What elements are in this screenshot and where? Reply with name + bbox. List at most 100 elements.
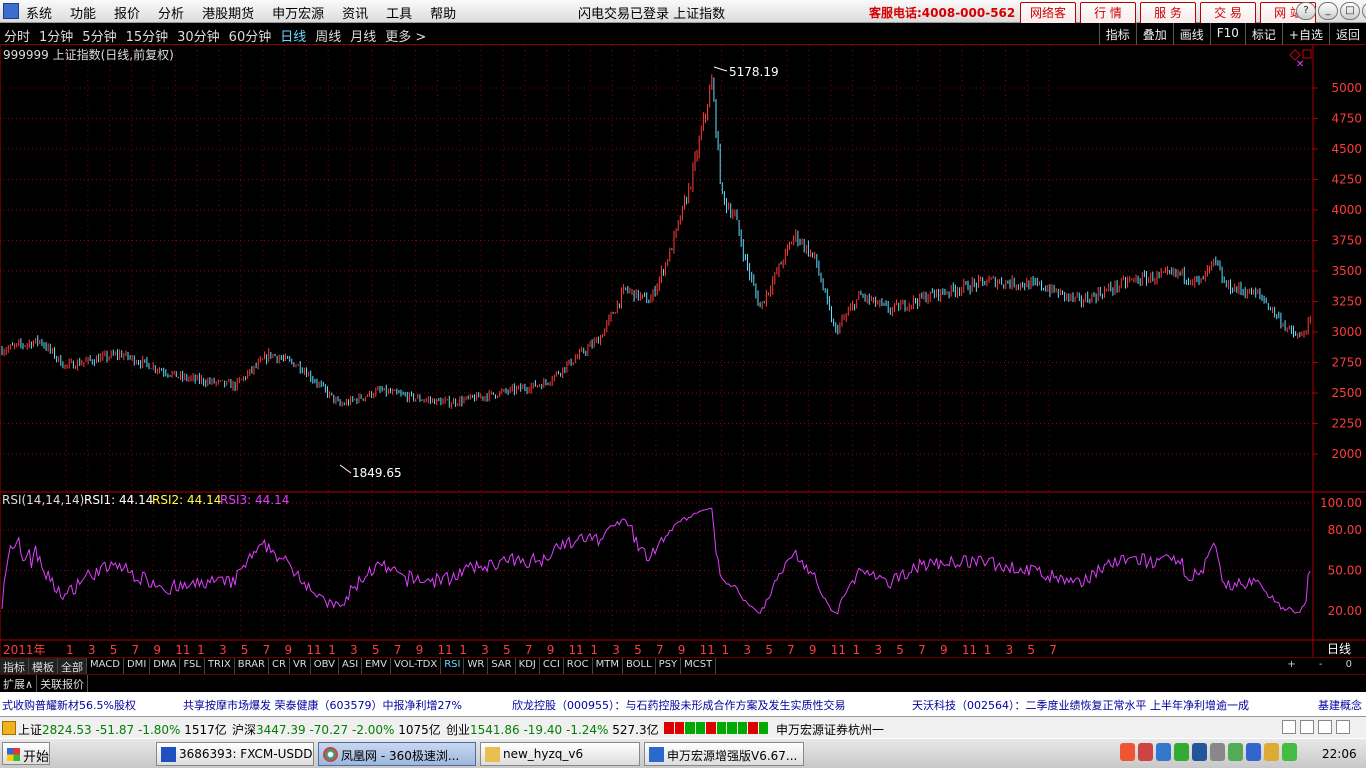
folder-icon <box>485 747 500 762</box>
price-tick-label: 2500 <box>1331 386 1362 400</box>
news-ticker: 式收购普耀新材56.5%股权 共享按摩市场爆发 荣泰健康（603579）中报净利… <box>0 692 1366 716</box>
menu-hk-futures[interactable]: 港股期货 <box>202 3 254 22</box>
month-tick-label: 3 <box>1006 643 1014 657</box>
period-tab[interactable]: 分时 <box>4 26 30 45</box>
period-tab[interactable]: 5分钟 <box>82 26 116 45</box>
month-tick-label: 9 <box>153 643 161 657</box>
related-quote-tab[interactable]: 关联报价 <box>37 675 89 693</box>
tray-app-icon[interactable] <box>1282 743 1297 761</box>
period-tab[interactable]: 15分钟 <box>126 26 169 45</box>
close-icon[interactable]: × <box>1362 2 1366 20</box>
price-tick-label: 3500 <box>1331 264 1362 278</box>
period-tab[interactable]: 月线 <box>350 26 376 45</box>
month-tick-label: 5 <box>110 643 118 657</box>
toolbar-button[interactable]: 指标 <box>1098 23 1136 45</box>
period-tab[interactable]: 30分钟 <box>177 26 220 45</box>
month-tick-label: 7 <box>787 643 795 657</box>
tray-app-icon[interactable] <box>1210 743 1225 761</box>
toolbar-button[interactable]: 返回 <box>1328 23 1366 45</box>
taskbar-item-trading-app[interactable]: 申万宏源增强版V6.67... <box>644 742 804 766</box>
alert-icon[interactable] <box>2 721 16 735</box>
low-price-label: 1849.65 <box>352 466 402 480</box>
bluetooth-icon[interactable] <box>1246 743 1261 761</box>
toolbar-button[interactable]: F10 <box>1209 23 1245 45</box>
period-tab[interactable]: 60分钟 <box>229 26 272 45</box>
taskbar-item-folder[interactable]: new_hyzq_v6 <box>480 742 640 766</box>
month-tick-label: 1 <box>853 643 861 657</box>
month-tick-label: 3 <box>612 643 620 657</box>
start-button[interactable]: 开始 <box>2 742 50 765</box>
month-tick-label: 11 <box>700 643 715 657</box>
toolbar-button[interactable]: 叠加 <box>1135 23 1173 45</box>
ticker-item[interactable]: 共享按摩市场爆发 荣泰健康（603579）中报净利增27% <box>183 697 462 713</box>
maximize-icon[interactable]: □ <box>1340 2 1360 20</box>
month-tick-label: 3 <box>219 643 227 657</box>
expand-tab[interactable]: 扩展∧ <box>0 675 38 693</box>
tray-app-icon[interactable] <box>1138 743 1153 761</box>
menu-system[interactable]: 系统 <box>26 3 52 22</box>
tray-app-icon[interactable] <box>1192 743 1207 761</box>
rsi-tick-label: 50.00 <box>1328 564 1362 578</box>
ticker-item[interactable]: 基建概念 <box>1318 697 1362 713</box>
toolbar-button[interactable]: +自选 <box>1281 23 1329 45</box>
trading-app-icon <box>649 747 664 762</box>
month-tick-label: 9 <box>285 643 293 657</box>
minimize-icon[interactable]: _ <box>1318 2 1338 20</box>
tray-app-icon[interactable] <box>1228 743 1243 761</box>
rsi-tick-label: 80.00 <box>1328 523 1362 537</box>
sh-index-status[interactable]: 上证2824.53 -51.87 -1.80% 1517亿 <box>18 721 227 738</box>
sound-icon[interactable] <box>1318 720 1332 734</box>
tray-app-icon[interactable] <box>1264 743 1279 761</box>
menu-analysis[interactable]: 分析 <box>158 3 184 22</box>
menu-help[interactable]: 帮助 <box>430 3 456 22</box>
help-icon[interactable]: ? <box>1296 2 1316 20</box>
taskbar-item-fxcm[interactable]: 3686393: FXCM-USDDe... <box>156 742 314 766</box>
taskbar-item-browser[interactable]: 凤凰网 - 360极速浏... <box>318 742 476 766</box>
price-tick-label: 3750 <box>1331 234 1362 248</box>
tray-app-icon[interactable] <box>1120 743 1135 761</box>
kline-chart[interactable]: 5000 4750 4500 4250 4000 3750 3500 3250 3000 2750… <box>0 45 1366 657</box>
indicator-tabs-bar: 指标 模板 全部 MACD DMI DMA FSL TRIX BRAR CR VR OBV ASI EMV… <box>0 657 1366 676</box>
month-tick-label: 7 <box>525 643 533 657</box>
price-tick-label: 2000 <box>1331 447 1362 461</box>
tray-security-icon[interactable] <box>1174 743 1189 761</box>
month-tick-label: 1 <box>66 643 74 657</box>
rsi3-label: RSI3: 44.14 <box>220 493 289 507</box>
toolbar-button[interactable]: 画线 <box>1172 23 1210 45</box>
month-tick-label: 7 <box>1049 643 1057 657</box>
ticker-item[interactable]: 欣龙控股（000955）：与石药控股未形成合作方案及发生实质性交易 <box>512 697 846 713</box>
menu-tools[interactable]: 工具 <box>386 3 412 22</box>
chart-cross-icon[interactable]: ✕ <box>1296 59 1304 70</box>
period-tab[interactable]: 周线 <box>315 26 341 45</box>
period-toolbar: 分时 1分钟 5分钟 15分钟 30分钟 60分钟 日线 周线 月线 更多 > 指标 叠加 画线 F10… <box>0 23 1366 45</box>
settings-icon[interactable] <box>1336 720 1350 734</box>
menu-quote[interactable]: 报价 <box>114 3 140 22</box>
lock-icon[interactable] <box>1300 720 1314 734</box>
system-tray <box>1120 743 1297 761</box>
toolbar-button[interactable]: 标记 <box>1244 23 1282 45</box>
indicator-zoom-controls[interactable]: + - 0 <box>1287 659 1362 670</box>
month-tick-label: 11 <box>962 643 977 657</box>
svg-text:RSI(14,14,14): RSI(14,14,14) <box>2 493 84 507</box>
hs-index-status[interactable]: 沪深3447.39 -70.27 -2.00% 1075亿 <box>232 721 441 738</box>
tray-network-icon[interactable] <box>1156 743 1171 761</box>
rsi1-label: RSI1: 44.14 <box>84 493 153 507</box>
cy-index-status[interactable]: 创业1541.86 -19.40 -1.24% 527.3亿 <box>446 721 659 738</box>
menu-info[interactable]: 资讯 <box>342 3 368 22</box>
month-tick-label: 5 <box>634 643 642 657</box>
window-toggle-icon[interactable] <box>1282 720 1296 734</box>
ticker-item[interactable]: 天沃科技（002564）：二季度业绩恢复正常水平 上半年净利增逾一成 <box>912 697 1249 713</box>
app-logo-icon <box>3 3 19 19</box>
menu-broker[interactable]: 申万宏源 <box>272 3 324 22</box>
month-tick-label: 7 <box>918 643 926 657</box>
month-tick-label: 5 <box>503 643 511 657</box>
rsi-tick-label: 100.00 <box>1320 496 1362 510</box>
menu-function[interactable]: 功能 <box>70 3 96 22</box>
period-tab[interactable]: 更多 > <box>385 26 426 45</box>
month-tick-label: 5 <box>896 643 904 657</box>
period-tab[interactable]: 日线 <box>280 26 306 45</box>
ticker-item[interactable]: 式收购普耀新材56.5%股权 <box>2 697 136 713</box>
price-tick-label: 3000 <box>1331 325 1362 339</box>
period-label: 日线 <box>1327 642 1351 656</box>
period-tab[interactable]: 1分钟 <box>39 26 73 45</box>
